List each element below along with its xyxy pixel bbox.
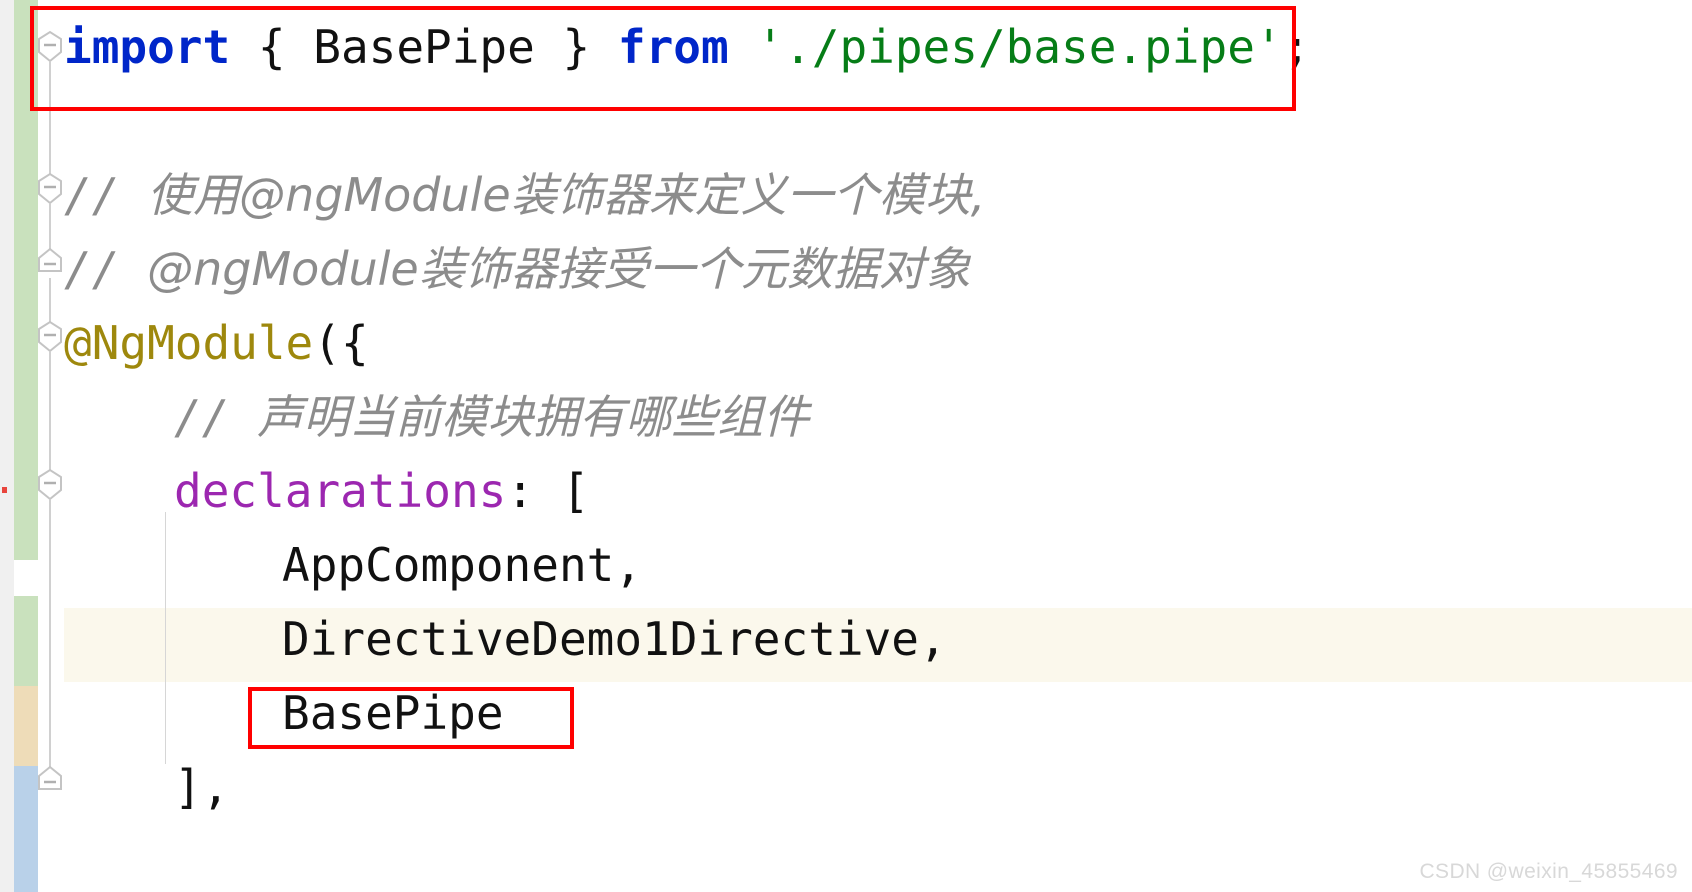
code-token: ], [174,760,230,814]
code-token: @ngModule装饰器接受一个元数据对象 [147,242,971,296]
line-appcomponent[interactable]: AppComponent, [64,542,642,588]
line-basepipe[interactable]: BasePipe [64,690,504,736]
code-token: 使用@ngModule装饰器来定义一个模块, [147,168,986,222]
code-token: ({ [313,316,369,370]
line-import[interactable]: import { BasePipe } from './pipes/base.p… [64,24,1310,70]
fold-down-icon[interactable] [36,468,64,502]
vcs-modified-1[interactable] [14,686,38,766]
code-token: import [64,20,231,74]
line-directivedemo[interactable]: DirectiveDemo1Directive, [64,616,947,662]
line-close-bracket[interactable]: ], [64,764,229,810]
code-token: 声明当前模块拥有哪些组件 [257,390,810,444]
code-token: BasePipe [282,686,504,740]
vcs-added-mid[interactable] [14,596,38,686]
code-token: declarations [174,464,507,518]
code-text-area[interactable]: import { BasePipe } from './pipes/base.p… [64,0,1692,892]
line-ngmodule[interactable]: @NgModule({ [64,320,369,366]
code-token: // [174,390,258,444]
csdn-watermark: CSDN @weixin_45855469 [1419,860,1678,883]
connector-top [49,62,51,184]
vcs-added-top[interactable] [14,0,38,560]
vcs-change-gutter[interactable] [14,0,38,892]
line-declarations[interactable]: declarations: [ [64,468,589,514]
code-token: from [617,20,729,74]
fold-down-icon[interactable] [36,172,64,206]
code-token: { BasePipe } [230,20,618,74]
fold-up-icon[interactable] [36,246,64,280]
error-marker-icon[interactable] [2,487,7,493]
vcs-modified-2[interactable] [14,766,38,892]
code-token: AppComponent, [282,538,643,592]
line-comment-2[interactable]: // @ngModule装饰器接受一个元数据对象 [64,246,971,292]
code-token: './pipes/base.pipe' [756,20,1283,74]
code-folding-gutter[interactable] [38,0,64,892]
code-token: : [ [506,464,590,518]
connector-decl [49,500,51,778]
fold-down-icon[interactable] [36,30,64,64]
code-token: @NgModule [64,316,314,370]
code-token: // [64,242,148,296]
code-token: ; [1282,20,1311,74]
code-token: // [64,168,148,222]
connector-body [49,352,51,480]
fold-down-icon[interactable] [36,320,64,354]
line-comment-1[interactable]: // 使用@ngModule装饰器来定义一个模块, [64,172,985,218]
fold-up-icon[interactable] [36,764,64,798]
code-token: DirectiveDemo1Directive, [282,612,947,666]
line-comment-3[interactable]: // 声明当前模块拥有哪些组件 [64,394,809,440]
error-stripe-gutter[interactable] [0,0,14,892]
code-editor: import { BasePipe } from './pipes/base.p… [0,0,1692,892]
